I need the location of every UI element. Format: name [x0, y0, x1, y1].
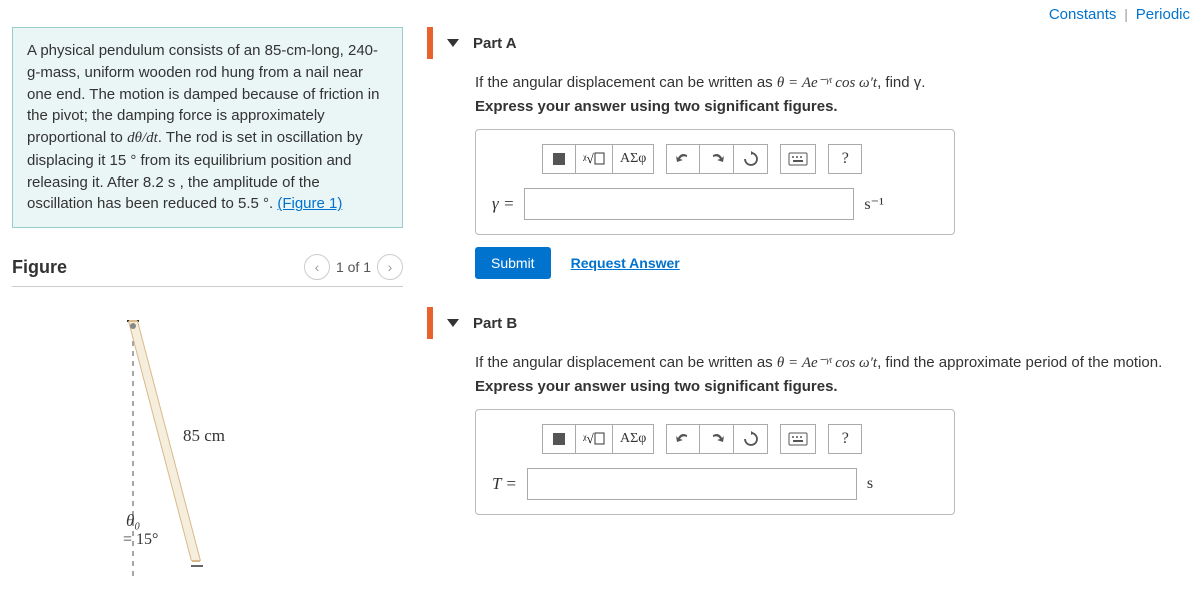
constants-link[interactable]: Constants — [1049, 6, 1117, 23]
problem-dtheta: dθ/dt — [127, 130, 158, 146]
part-b-unit: s — [867, 475, 873, 493]
math-root-button[interactable]: ᵡ√ — [576, 144, 613, 174]
part-a-prompt: If the angular displacement can be writt… — [475, 73, 1188, 92]
part-a-request-answer-link[interactable]: Request Answer — [571, 255, 680, 271]
redo-button[interactable] — [700, 144, 734, 174]
greek-letters-button[interactable]: ΑΣφ — [613, 424, 654, 454]
figure-counter: 1 of 1 — [336, 259, 371, 275]
part-a-title: Part A — [473, 35, 517, 52]
part-b-prompt-post: , find the approximate period of the mot… — [877, 354, 1162, 371]
help-button[interactable]: ? — [828, 144, 862, 174]
part-a-unit: s⁻¹ — [864, 194, 883, 214]
part-a-submit-button[interactable]: Submit — [475, 247, 551, 279]
figure-title: Figure — [12, 257, 304, 278]
part-b-equation: θ = Ae⁻ᵞᵗ cos ω′t — [777, 355, 877, 371]
part-a-prompt-post: , find γ. — [877, 74, 925, 91]
keyboard-button[interactable] — [780, 144, 816, 174]
problem-statement: A physical pendulum consists of an 85-cm… — [12, 27, 403, 228]
part-b-answer-input[interactable] — [527, 468, 857, 500]
reset-button[interactable] — [734, 424, 768, 454]
pendulum-figure: 85 cm θ₀ = 15° — [93, 301, 323, 591]
part-b-var-label: T = — [492, 474, 517, 494]
part-a-equation: θ = Ae⁻ᵞᵗ cos ω′t — [777, 75, 877, 91]
figure-divider — [12, 286, 403, 287]
template-picker-button[interactable] — [542, 424, 576, 454]
help-button[interactable]: ? — [828, 424, 862, 454]
angle-label: = 15° — [123, 531, 158, 548]
part-a-answer-input[interactable] — [524, 188, 854, 220]
part-a-instruction: Express your answer using two significan… — [475, 98, 1188, 115]
part-a-prompt-pre: If the angular displacement can be writt… — [475, 74, 777, 91]
part-b-title: Part B — [473, 315, 517, 332]
theta0-label: θ₀ — [126, 511, 140, 530]
undo-button[interactable] — [666, 424, 700, 454]
math-root-button[interactable]: ᵡ√ — [576, 424, 613, 454]
undo-button[interactable] — [666, 144, 700, 174]
figure-link[interactable]: (Figure 1) — [277, 195, 342, 212]
figure-next-button[interactable]: › — [377, 254, 403, 280]
reset-button[interactable] — [734, 144, 768, 174]
part-b-prompt-pre: If the angular displacement can be writt… — [475, 354, 777, 371]
template-picker-button[interactable] — [542, 144, 576, 174]
part-b-instruction: Express your answer using two significan… — [475, 378, 1188, 395]
length-label: 85 cm — [183, 426, 225, 445]
part-b-collapse-icon[interactable] — [447, 319, 459, 327]
part-b-answer-box: ᵡ√ ΑΣφ — [475, 409, 955, 515]
svg-text:ᵡ√: ᵡ√ — [583, 431, 595, 446]
periodic-link[interactable]: Periodic — [1136, 6, 1190, 23]
redo-button[interactable] — [700, 424, 734, 454]
part-b-accent — [427, 307, 433, 339]
greek-letters-button[interactable]: ΑΣφ — [613, 144, 654, 174]
svg-text:ᵡ√: ᵡ√ — [583, 151, 595, 166]
link-separator: | — [1124, 6, 1128, 22]
part-a-accent — [427, 27, 433, 59]
keyboard-button[interactable] — [780, 424, 816, 454]
part-a-collapse-icon[interactable] — [447, 39, 459, 47]
figure-prev-button[interactable]: ‹ — [304, 254, 330, 280]
part-a-var-label: γ = — [492, 194, 514, 214]
part-a-answer-box: ᵡ√ ΑΣφ — [475, 129, 955, 235]
part-b-prompt: If the angular displacement can be writt… — [475, 353, 1188, 372]
